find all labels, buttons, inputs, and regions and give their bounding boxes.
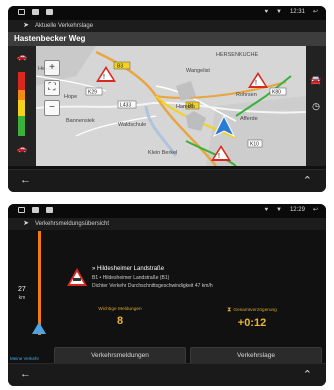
status-bar: ♥ ▼ 12:31 ↩ xyxy=(8,6,326,20)
important-messages-stat: Wichtige Meldungen 8 xyxy=(90,307,150,327)
status-bar: ♥ ▼ 12:29 ↩ xyxy=(8,204,326,218)
clock: 12:29 xyxy=(289,206,305,213)
svg-text:K10: K10 xyxy=(250,142,259,148)
svg-text:!: ! xyxy=(218,153,220,160)
map-label: HERSENKUCHE xyxy=(216,52,259,58)
car-red-icon: 🚗 xyxy=(17,52,27,61)
map-label: Bannensiek xyxy=(66,118,95,124)
stat-value: 8 xyxy=(116,315,124,327)
map-label: Waldschule xyxy=(118,122,146,128)
traffic-warning-icon xyxy=(67,268,87,286)
clock-icon[interactable]: ◷ xyxy=(310,100,322,112)
sd-card-icon xyxy=(46,9,53,15)
traffic-messages-button[interactable]: Verkehrsmeldungen xyxy=(54,347,186,364)
location-icon: ♥ xyxy=(264,8,268,15)
map-label: Wangelist xyxy=(186,68,210,74)
fit-view-button[interactable]: ⛶ xyxy=(44,80,60,96)
event-road: B1 • Hildesheimer Landstraße (B1) xyxy=(92,275,170,281)
car-green-icon: 🚗 xyxy=(17,144,27,153)
traffic-summary-screen: ♥ ▼ 12:29 ↩ ➤ Verkehrsmeldungsübersicht … xyxy=(8,204,326,386)
stat-value: +0:12 xyxy=(237,317,267,329)
back-arrow-icon[interactable]: ↩ xyxy=(313,206,318,213)
svg-text:B3: B3 xyxy=(117,64,123,70)
screen-title: Verkehrsmeldungsübersicht xyxy=(35,221,110,227)
screen-title: Aktuelle Verkehrslage xyxy=(35,23,94,29)
notification-icon xyxy=(32,9,39,15)
window-icon xyxy=(18,9,25,15)
window-icon xyxy=(18,207,25,213)
zoom-in-button[interactable]: + xyxy=(44,60,60,76)
stat-label: Gesamtverzögerung xyxy=(233,308,277,313)
map-label: Afferde xyxy=(240,116,258,122)
svg-text:L433: L433 xyxy=(120,103,131,109)
expand-button[interactable]: ⌃ xyxy=(303,368,312,381)
traffic-bar: 🚗 🚗 xyxy=(8,46,36,166)
map-label: Hope xyxy=(64,94,77,100)
sd-card-icon xyxy=(46,207,53,213)
bottom-bar: ← ⌃ xyxy=(8,363,326,386)
map-view[interactable]: B3 K29 L433 K80 K10 B1 Hessisch Hope Ban… xyxy=(36,46,306,166)
title-bar: ➤ Aktuelle Verkehrslage xyxy=(8,20,326,32)
current-street: Hastenbecker Weg xyxy=(8,32,326,46)
navigation-arrow-icon: ➤ xyxy=(23,220,29,227)
back-button[interactable]: ← xyxy=(20,368,31,380)
stat-label: Wichtige Meldungen xyxy=(98,307,142,312)
title-bar: ➤ Verkehrsmeldungsübersicht xyxy=(8,218,326,230)
right-toolbar: 🚘 ◷ xyxy=(306,46,326,166)
wifi-icon: ▼ xyxy=(276,8,282,15)
svg-text:!: ! xyxy=(103,74,105,81)
current-position-icon xyxy=(32,322,46,334)
map-label: Klein Berkel xyxy=(148,150,177,156)
location-icon: ♥ xyxy=(264,206,268,213)
hourglass-icon: ⧗ xyxy=(227,307,232,313)
event-title[interactable]: » Hildesheimer Landstraße xyxy=(92,266,164,272)
traffic-level-gauge xyxy=(18,72,25,136)
notification-icon xyxy=(32,207,39,213)
traffic-map-screen: ♥ ▼ 12:31 ↩ ➤ Aktuelle Verkehrslage Hast… xyxy=(8,6,326,192)
event-description: Dichter Verkehr Durchschnittsgeschwindig… xyxy=(92,283,213,289)
back-arrow-icon[interactable]: ↩ xyxy=(313,8,318,15)
bottom-bar: ← ⌃ xyxy=(8,169,326,192)
traffic-situation-button[interactable]: Verkehrslage xyxy=(190,347,322,364)
zoom-out-button[interactable]: − xyxy=(44,100,60,116)
map-label: Hameln xyxy=(176,104,195,110)
total-delay-stat: ⧗ Gesamtverzögerung +0:12 xyxy=(214,307,290,329)
svg-text:!: ! xyxy=(255,80,257,87)
back-button[interactable]: ← xyxy=(20,174,31,186)
svg-text:K80: K80 xyxy=(272,90,281,96)
car-settings-icon[interactable]: 🚘 xyxy=(310,74,322,86)
map-label: Rohrsen xyxy=(236,92,257,98)
expand-button[interactable]: ⌃ xyxy=(303,174,312,187)
route-timeline xyxy=(38,231,41,335)
navigation-arrow-icon: ➤ xyxy=(23,22,29,29)
clock: 12:31 xyxy=(289,8,305,15)
svg-text:K29: K29 xyxy=(88,90,97,96)
distance-to-event: 27 km xyxy=(18,286,26,301)
wifi-icon: ▼ xyxy=(276,206,282,213)
timeline-label: Meine Verkehr xyxy=(10,356,40,361)
